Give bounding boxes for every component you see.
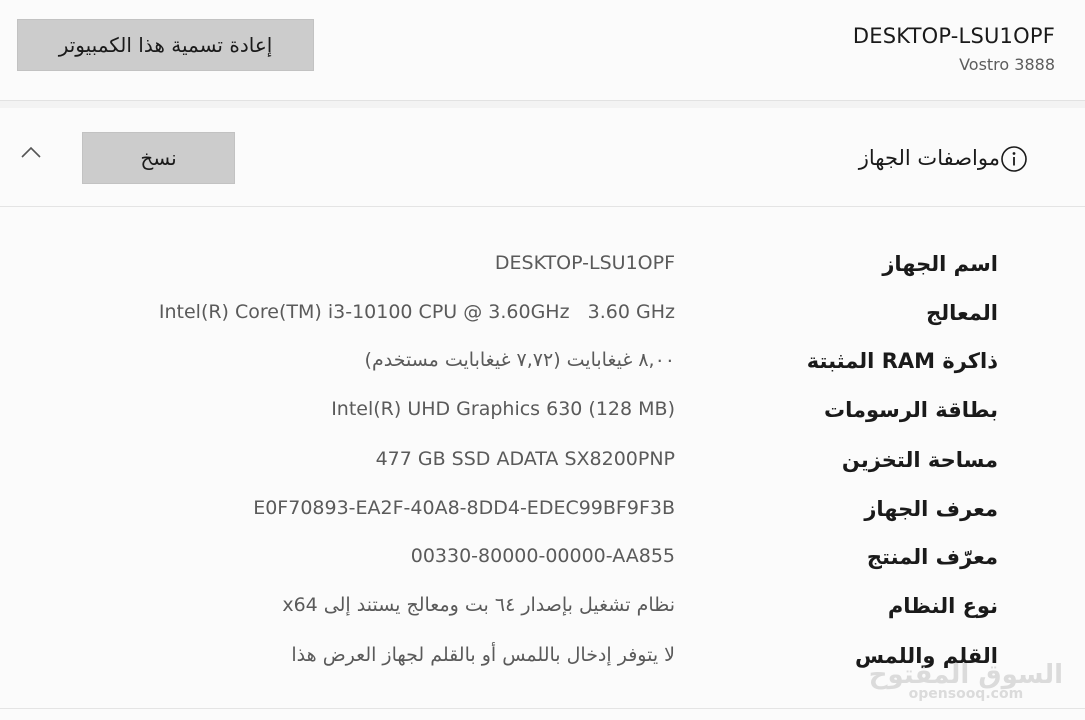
spec-row-processor: المعالج Intel(R) Core(TM) i3-10100 CPU @… <box>0 301 1085 351</box>
spec-value: نظام تشغيل بإصدار ٦٤ بت ومعالج يستند إلى… <box>282 594 675 616</box>
spec-row-ram: ذاكرة RAM المثبتة ٨,٠٠ غيغابايت (٧,٧٢ غي… <box>0 349 1085 399</box>
spec-value: 00330-80000-00000-AA855 <box>410 545 675 567</box>
spec-row-graphics: بطاقة الرسومات Intel(R) UHD Graphics 630… <box>0 398 1085 448</box>
spec-label: المعالج <box>926 301 998 325</box>
device-summary-card: إعادة تسمية هذا الكمبيوتر DESKTOP-LSU1OP… <box>0 0 1085 101</box>
card-separator <box>0 101 1085 108</box>
spec-row-device-id: معرف الجهاز E0F70893-EA2F-40A8-8DD4-EDEC… <box>0 497 1085 547</box>
spec-value: ٨,٠٠ غيغابايت (٧,٧٢ غيغابايت مستخدم) <box>364 349 675 371</box>
spec-value: لا يتوفر إدخال باللمس أو بالقلم لجهاز ال… <box>291 644 675 666</box>
spec-row-storage: مساحة التخزين 477 GB SSD ADATA SX8200PNP <box>0 448 1085 498</box>
device-model: Vostro 3888 <box>959 55 1055 74</box>
spec-label: بطاقة الرسومات <box>824 398 998 422</box>
spec-value: DESKTOP-LSU1OPF <box>494 252 675 274</box>
spec-label: نوع النظام <box>887 594 998 618</box>
device-name: DESKTOP-LSU1OPF <box>852 24 1055 48</box>
specs-header[interactable]: نسخ مواصفات الجهاز <box>0 108 1085 207</box>
spec-value: Intel(R) Core(TM) i3-10100 CPU @ 3.60GHz… <box>158 301 675 323</box>
specs-title: مواصفات الجهاز <box>858 146 1000 170</box>
spec-row-product-id: معرّف المنتج 00330-80000-00000-AA855 <box>0 545 1085 595</box>
card-bottom-border <box>0 708 1085 709</box>
rename-pc-button[interactable]: إعادة تسمية هذا الكمبيوتر <box>17 19 314 71</box>
spec-value: 477 GB SSD ADATA SX8200PNP <box>375 448 675 470</box>
device-specifications-card: نسخ مواصفات الجهاز اسم الجهاز DESKTOP-LS… <box>0 108 1085 720</box>
spec-label: مساحة التخزين <box>841 448 998 472</box>
copy-button[interactable]: نسخ <box>82 132 235 184</box>
spec-row-system-type: نوع النظام نظام تشغيل بإصدار ٦٤ بت ومعال… <box>0 594 1085 644</box>
info-icon <box>1001 146 1027 172</box>
spec-label: اسم الجهاز <box>882 252 998 276</box>
spec-value: Intel(R) UHD Graphics 630 (128 MB) <box>331 398 675 420</box>
opensooq-watermark: السوق المفتوح opensooq.com <box>869 660 1063 702</box>
spec-row-device-name: اسم الجهاز DESKTOP-LSU1OPF <box>0 252 1085 302</box>
chevron-up-icon[interactable] <box>20 144 42 160</box>
spec-label: ذاكرة RAM المثبتة <box>806 349 998 373</box>
spec-label: معرّف المنتج <box>866 545 998 569</box>
spec-value: E0F70893-EA2F-40A8-8DD4-EDEC99BF9F3B <box>253 497 675 519</box>
spec-label: معرف الجهاز <box>864 497 998 521</box>
